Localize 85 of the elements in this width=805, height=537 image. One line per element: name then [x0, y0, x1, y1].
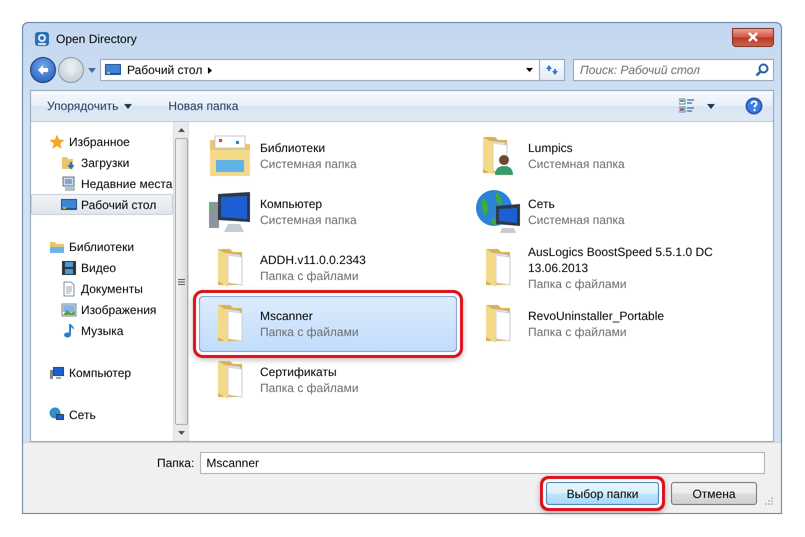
user-folder-icon	[482, 136, 514, 176]
organize-menu-button[interactable]: Упорядочить	[41, 96, 138, 116]
address-path: Рабочий стол	[127, 63, 202, 77]
view-caret-icon[interactable]	[707, 104, 715, 108]
item-type: Папка с файлами	[260, 380, 359, 396]
new-folder-button[interactable]: Новая папка	[162, 96, 244, 116]
network-icon	[474, 188, 522, 236]
sidebar-item[interactable]: Сеть	[31, 404, 174, 425]
folder-icon	[485, 248, 511, 288]
item-name: ADDH.v11.0.0.2343	[260, 252, 366, 268]
sidebar-item[interactable]: Изображения	[31, 299, 174, 320]
item-type: Папка с файлами	[260, 324, 359, 340]
window-title: Open Directory	[56, 32, 137, 46]
history-caret-icon[interactable]	[88, 68, 96, 72]
cancel-button[interactable]: Отмена	[671, 482, 757, 505]
sidebar-item[interactable]: Компьютер	[31, 362, 174, 383]
scroll-down-icon[interactable]	[178, 431, 185, 435]
item-type: Папка с файлами	[528, 324, 628, 340]
resize-grip-icon[interactable]	[765, 497, 773, 505]
item-name: Mscanner	[260, 308, 314, 324]
item-type: Папка с файлами	[528, 276, 628, 292]
video-icon	[61, 260, 77, 276]
desktop-icon	[61, 196, 77, 212]
item-name: Сеть	[528, 196, 556, 212]
downloads-icon	[61, 154, 77, 170]
item-name: RevoUninstaller_Portable	[528, 308, 664, 324]
chevron-right-icon	[208, 66, 212, 74]
image-icon	[61, 302, 77, 318]
refresh-button[interactable]	[540, 59, 565, 81]
caret-icon	[124, 104, 132, 108]
sidebar-item[interactable]: Недавние места	[31, 173, 174, 194]
music-icon	[61, 322, 77, 338]
folder-item[interactable]: Сеть Системная папка	[467, 184, 725, 240]
recent-icon	[61, 176, 77, 192]
item-name: Сертификаты	[260, 364, 338, 380]
back-button[interactable]	[30, 57, 56, 83]
folder-icon	[217, 248, 243, 288]
address-bar[interactable]: Рабочий стол	[100, 59, 540, 81]
folder-icon	[217, 360, 243, 400]
sidebar-item[interactable]: Документы	[31, 278, 174, 299]
item-name: AusLogics BoostSpeed 5.5.1.0 DC 13.06.2013	[528, 244, 714, 276]
item-type: Системная папка	[260, 156, 357, 172]
search-field[interactable]: Поиск: Рабочий стол	[580, 63, 755, 77]
close-icon	[747, 32, 759, 42]
folder-item[interactable]: Lumpics Системная папка	[467, 128, 725, 184]
help-icon[interactable]	[745, 97, 763, 115]
folder-label: Папка:	[157, 456, 194, 470]
folder-item[interactable]: Библиотеки Системная папка	[199, 128, 457, 184]
folder-item[interactable]: AusLogics BoostSpeed 5.5.1.0 DC 13.06.2013 Папка с файлами	[467, 240, 725, 296]
item-type: Папка с файлами	[260, 268, 360, 284]
sidebar-item[interactable]: Видео	[31, 257, 174, 278]
sidebar-item[interactable]: Избранное	[31, 131, 174, 152]
sidebar-item[interactable]: Рабочий стол	[31, 194, 174, 215]
scroll-thumb[interactable]	[174, 138, 188, 425]
dropdown-caret-icon[interactable]	[526, 68, 533, 72]
item-type: Системная папка	[260, 212, 357, 228]
scroll-up-icon[interactable]	[178, 128, 185, 132]
item-name: Компьютер	[260, 196, 324, 212]
folder-item[interactable]: RevoUninstaller_Portable Папка с файлами	[467, 296, 725, 352]
search-box[interactable]: Поиск: Рабочий стол	[573, 59, 774, 81]
sidebar-item[interactable]: Загрузки	[31, 152, 174, 173]
folder-item[interactable]: ADDH.v11.0.0.2343 Папка с файлами	[199, 240, 457, 296]
folder-item[interactable]: Сертификаты Папка с файлами	[199, 352, 457, 408]
view-options-icon[interactable]	[679, 98, 695, 114]
close-button[interactable]	[732, 28, 774, 46]
refresh-icon	[545, 64, 559, 76]
folder-icon	[217, 304, 243, 344]
desktop-icon	[105, 63, 121, 77]
folder-item[interactable]: Компьютер Системная папка	[199, 184, 457, 240]
document-icon	[61, 280, 77, 296]
grip-icon	[178, 278, 185, 284]
app-icon	[34, 31, 50, 47]
item-type: Системная папка	[528, 156, 625, 172]
sidebar-item[interactable]: Библиотеки	[31, 236, 174, 257]
folder-name-field[interactable]: Mscanner	[200, 452, 765, 474]
item-type: Системная папка	[528, 212, 625, 228]
sidebar-item[interactable]: Музыка	[31, 320, 174, 341]
item-name: Lumpics	[528, 140, 574, 156]
folder-icon	[485, 304, 511, 344]
scrollbar[interactable]	[173, 122, 188, 441]
star-icon	[49, 134, 65, 150]
computer-icon	[49, 364, 65, 380]
network-icon	[49, 406, 65, 422]
item-name: Библиотеки	[260, 140, 326, 156]
search-icon	[755, 63, 769, 77]
